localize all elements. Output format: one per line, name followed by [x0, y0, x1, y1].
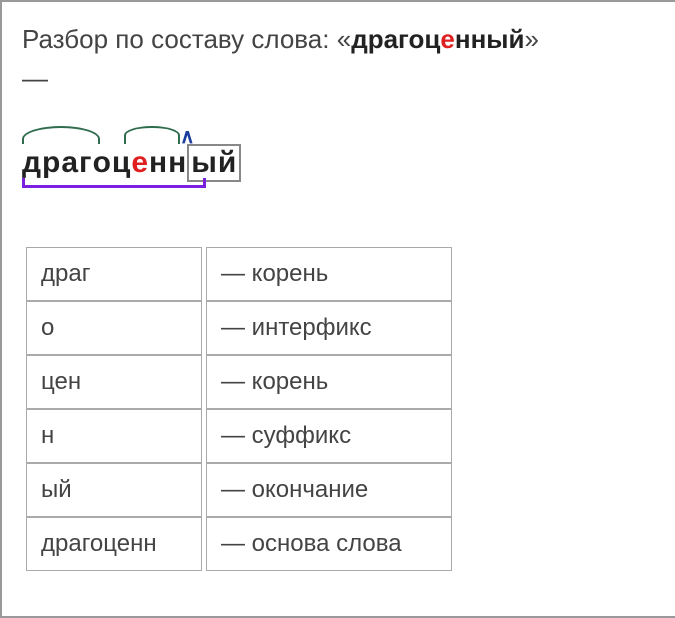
morph-interfix: о: [93, 146, 112, 180]
table-desc: — интерфикс: [206, 301, 452, 355]
table-row: н — суффикс: [26, 409, 452, 463]
title-word-part1: драгоц: [351, 24, 440, 54]
morph-root1: драг: [22, 146, 93, 180]
table-part: ый: [26, 463, 202, 517]
root-arc-2: [124, 126, 180, 144]
morpheme-table: драг — корень о — интерфикс цен — корень…: [22, 247, 456, 571]
morph-root2-p2: н: [149, 146, 168, 180]
table-part: цен: [26, 355, 202, 409]
title-line: Разбор по составу слова: «драгоценный»: [22, 20, 655, 59]
table-row: цен — корень: [26, 355, 452, 409]
table-desc: — суффикс: [206, 409, 452, 463]
morph-root2-p1: ц: [112, 146, 131, 180]
root-arc-1: [22, 126, 100, 144]
title-word-part2: нный: [455, 24, 525, 54]
table-desc: — корень: [206, 247, 452, 301]
morphemic-word: ∧ драгоценный: [22, 130, 241, 182]
title-prefix: Разбор по составу слова: «: [22, 24, 351, 54]
morph-ending: ый: [191, 146, 237, 179]
table-desc: — корень: [206, 355, 452, 409]
table-row: о — интерфикс: [26, 301, 452, 355]
table-part: н: [26, 409, 202, 463]
morph-root2-red: е: [131, 146, 149, 180]
content-frame: Разбор по составу слова: «драгоценный» —…: [0, 0, 675, 618]
table-desc: — окончание: [206, 463, 452, 517]
table-desc: — основа слова: [206, 517, 452, 571]
title-word-red: е: [440, 24, 454, 54]
table-part: драг: [26, 247, 202, 301]
morph-suffix: н: [168, 146, 187, 180]
title-suffix: »: [524, 24, 538, 54]
table-part: драгоценн: [26, 517, 202, 571]
base-underline: [22, 178, 206, 188]
table-row: драгоценн — основа слова: [26, 517, 452, 571]
table-row: ый — окончание: [26, 463, 452, 517]
title-dash: —: [22, 63, 655, 94]
morph-ending-box: ый: [187, 144, 241, 182]
table-part: о: [26, 301, 202, 355]
table-row: драг — корень: [26, 247, 452, 301]
